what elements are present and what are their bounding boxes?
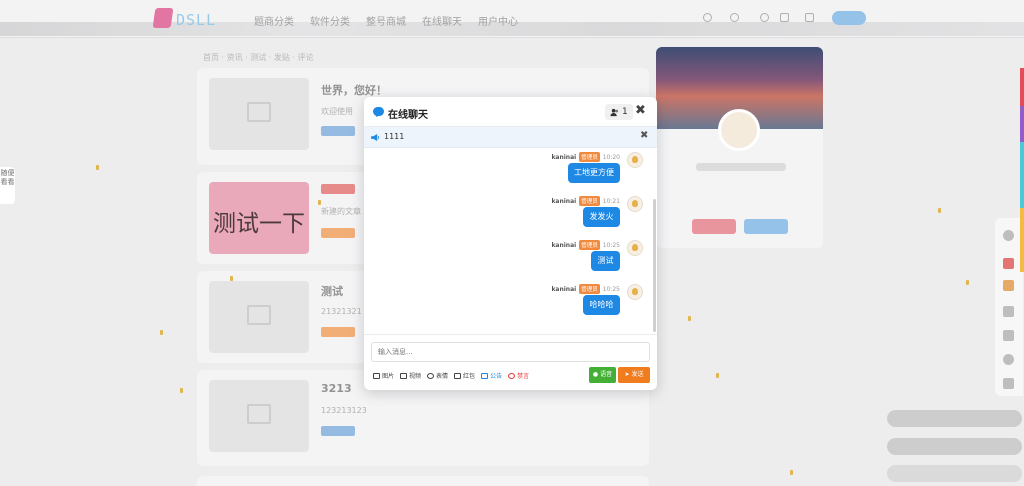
ban-icon (508, 372, 516, 379)
gift-icon (454, 372, 462, 379)
emoji-icon (427, 372, 435, 379)
avatar[interactable] (627, 196, 643, 212)
emoji-label: 表情 (436, 373, 449, 380)
users-icon (610, 108, 619, 116)
message-user[interactable]: kaninai (551, 198, 576, 205)
voice-label: 语音 (600, 371, 613, 378)
admin-badge: 管理员 (579, 284, 600, 294)
chat-header: 在线聊天 1 ✖ (364, 97, 657, 127)
ban-button[interactable]: 禁言 (508, 371, 529, 380)
message-input[interactable] (371, 342, 650, 362)
message-meta: kaninai 管理员 10:25 (551, 284, 620, 294)
message-user[interactable]: kaninai (551, 154, 576, 161)
announcement-text: 1111 (384, 132, 405, 141)
paper-plane-icon: ➤ (624, 371, 630, 378)
video-button[interactable]: 视频 (400, 371, 421, 380)
message-user[interactable]: kaninai (551, 286, 576, 293)
message-bubble[interactable]: 哈哈哈 (583, 295, 620, 315)
chat-modal: 在线聊天 1 ✖ 1111 ✖ kaninai 管理员 10:20 工地更方便 … (364, 97, 657, 390)
image-icon (373, 372, 380, 379)
redpacket-label: 红包 (463, 373, 476, 380)
admin-badge: 管理员 (579, 240, 600, 250)
avatar[interactable] (627, 240, 643, 256)
message-meta: kaninai 管理员 10:20 (551, 152, 620, 162)
notice-label: 公告 (490, 373, 503, 380)
message-time: 10:20 (602, 153, 620, 161)
message-time: 10:25 (602, 285, 620, 293)
avatar[interactable] (627, 284, 643, 300)
image-label: 图片 (382, 373, 395, 380)
chat-input-area: 图片 视频 表情 红包 公告 禁言 ● 语音 ➤ 发送 (364, 334, 657, 390)
chat-bubble-icon (373, 107, 384, 117)
message-scrollbar[interactable] (653, 199, 656, 332)
voice-button[interactable]: ● 语音 (589, 367, 616, 383)
message-bubble[interactable]: 发发火 (583, 207, 620, 227)
message-time: 10:25 (602, 241, 620, 249)
send-button[interactable]: ➤ 发送 (618, 367, 650, 383)
online-users-button[interactable]: 1 (605, 104, 633, 120)
announcement-bar: 1111 ✖ (364, 127, 657, 148)
redpacket-button[interactable]: 红包 (454, 371, 475, 380)
chat-title: 在线聊天 (388, 110, 428, 121)
emoji-button[interactable]: 表情 (427, 371, 448, 380)
notice-button[interactable]: 公告 (481, 371, 502, 380)
close-icon[interactable]: ✖ (635, 103, 646, 119)
megaphone-icon (371, 134, 380, 141)
announcement-close-icon[interactable]: ✖ (640, 130, 648, 141)
video-label: 视频 (409, 373, 422, 380)
chat-toolbar: 图片 视频 表情 红包 公告 禁言 (373, 371, 529, 380)
message-meta: kaninai 管理员 10:25 (551, 240, 620, 250)
send-label: 发送 (631, 371, 644, 378)
message-bubble[interactable]: 测试 (591, 251, 620, 271)
message-time: 10:21 (602, 197, 620, 205)
microphone-icon: ● (592, 371, 599, 378)
image-button[interactable]: 图片 (373, 371, 394, 380)
online-count: 1 (622, 107, 628, 117)
admin-badge: 管理员 (579, 196, 600, 206)
message-user[interactable]: kaninai (551, 242, 576, 249)
admin-badge: 管理员 (579, 152, 600, 162)
video-icon (400, 372, 408, 379)
message-list[interactable]: kaninai 管理员 10:20 工地更方便 kaninai 管理员 10:2… (364, 148, 657, 334)
message-meta: kaninai 管理员 10:21 (551, 196, 620, 206)
megaphone-icon (481, 372, 489, 379)
message-bubble[interactable]: 工地更方便 (568, 163, 620, 183)
avatar[interactable] (627, 152, 643, 168)
ban-label: 禁言 (517, 373, 530, 380)
